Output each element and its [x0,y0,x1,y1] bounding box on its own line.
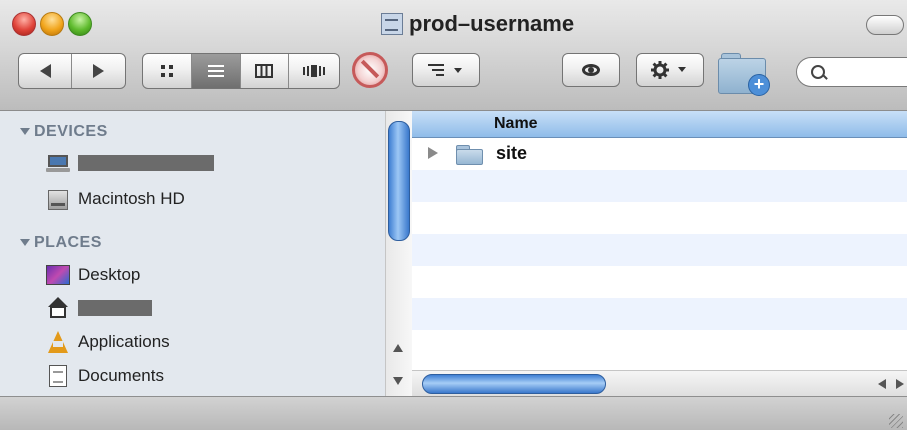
file-list: Name site [412,111,907,396]
empty-row [412,170,907,202]
toolbar: prod–username + [0,0,907,111]
icon-view-button[interactable] [143,54,191,88]
redacted-home-name [78,300,152,316]
laptop-icon [46,152,70,174]
view-mode-control [142,53,340,89]
horizontal-scrollbar[interactable] [412,370,907,396]
prohibited-icon[interactable] [352,52,388,88]
desktop-icon [46,264,70,286]
hard-drive-icon [46,188,70,210]
server-volume-icon [381,13,403,35]
back-button[interactable] [19,54,71,88]
coverflow-view-icon [303,65,326,77]
sidebar-scroll-thumb[interactable] [388,121,410,241]
close-window-button[interactable] [12,12,36,36]
finder-window: prod–username + DEVICES Macintosh HD PLA… [0,0,907,430]
empty-row [412,266,907,298]
horizontal-scroll-thumb[interactable] [422,374,606,394]
forward-arrow-icon [93,64,104,78]
sidebar-item-desktop[interactable]: Desktop [46,262,140,288]
window-title-text: prod–username [409,11,575,36]
sidebar: DEVICES Macintosh HD PLACES Desktop Appl… [0,111,412,396]
plus-icon: + [748,74,770,96]
back-arrow-icon [39,64,51,78]
new-folder-button[interactable]: + [718,46,770,96]
search-field[interactable] [796,57,907,87]
status-bar [0,396,907,430]
sidebar-item-applications[interactable]: Applications [46,329,170,355]
gear-icon [651,61,686,79]
disclosure-triangle-icon[interactable] [428,147,438,159]
sidebar-item-label: Applications [78,332,170,351]
arrange-menu-icon [428,64,462,76]
disclosure-down-icon [20,128,30,136]
scroll-down-arrow-icon[interactable] [393,377,403,385]
minimize-window-button[interactable] [40,12,64,36]
scroll-left-arrow-icon[interactable] [878,379,886,389]
home-icon [46,297,70,319]
applications-icon [46,331,70,353]
scroll-right-arrow-icon[interactable] [896,379,904,389]
name-column-header[interactable]: Name [412,111,907,138]
empty-row [412,298,907,330]
sidebar-item-home[interactable] [46,295,152,321]
icon-view-icon [160,65,173,77]
list-view-icon [207,65,224,77]
sidebar-item-label: Desktop [78,265,141,284]
empty-row [412,234,907,266]
action-menu-button[interactable] [636,53,704,87]
coverflow-view-button[interactable] [288,54,339,88]
devices-section-header[interactable]: DEVICES [20,123,108,141]
arrange-menu-button[interactable] [412,53,480,87]
disclosure-down-icon [20,239,30,247]
sidebar-vertical-scrollbar[interactable] [385,111,412,396]
redacted-computer-name [78,155,214,171]
search-icon [811,65,825,79]
sidebar-item-label: Macintosh HD [78,189,185,208]
list-item[interactable]: site [412,138,907,170]
column-view-button[interactable] [239,54,289,88]
zoom-window-button[interactable] [68,12,92,36]
toolbar-toggle-button[interactable] [866,15,904,35]
sidebar-item-documents[interactable]: Documents [46,363,164,389]
folder-icon [456,142,484,165]
back-forward-control [18,53,126,89]
sidebar-item-computer[interactable] [46,150,214,176]
resize-grip-icon[interactable] [889,414,903,428]
empty-row [412,202,907,234]
places-section-header[interactable]: PLACES [20,234,102,252]
empty-row [412,330,907,362]
scroll-up-arrow-icon[interactable] [393,344,403,352]
list-view-button[interactable] [190,54,240,88]
eye-icon [582,64,600,76]
documents-icon [46,365,70,387]
forward-button[interactable] [71,54,125,88]
list-item-name: site [496,143,528,163]
quick-look-button[interactable] [562,53,620,87]
sidebar-item-label: Documents [78,366,164,385]
sidebar-item-macintosh-hd[interactable]: Macintosh HD [46,186,185,212]
window-title: prod–username [381,9,574,39]
column-view-icon [255,64,274,78]
